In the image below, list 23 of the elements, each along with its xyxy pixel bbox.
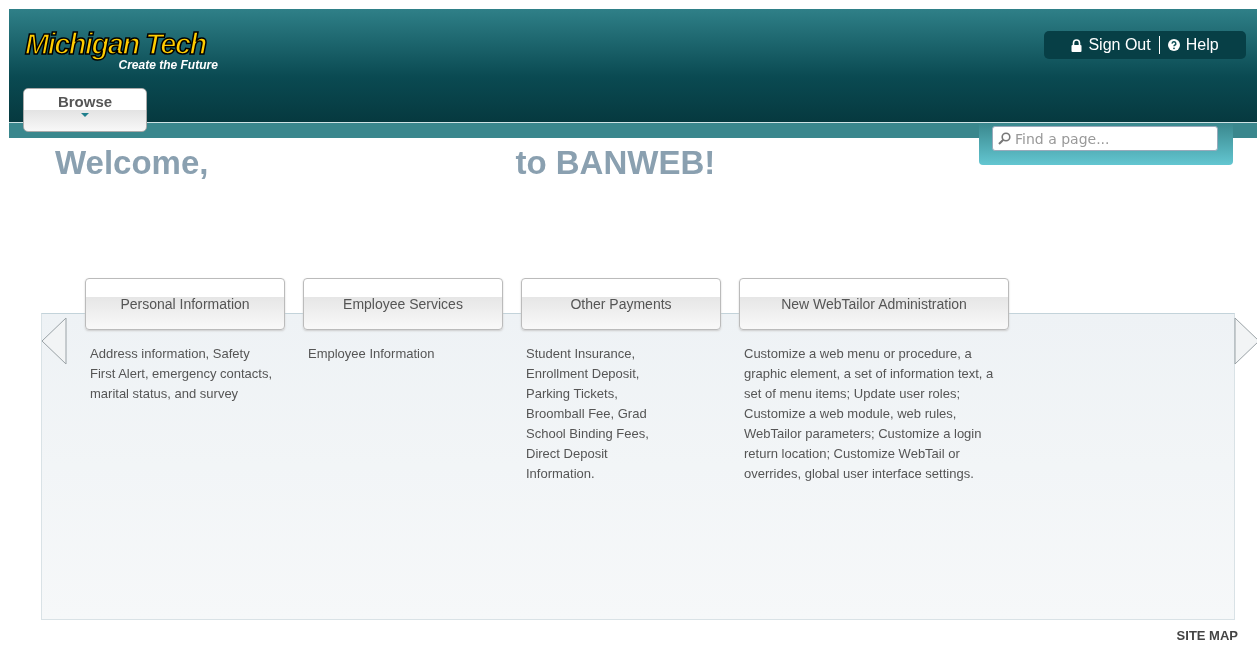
category-description: Customize a web menu or procedure, a graphic element, a set of information text, a set of menu items; Update user roles; Customize a web module, web rules, WebTailor parameters; Customize a login return location; Customize WebTail or overrides, global user interface settings. [744,345,995,483]
welcome-heading: to BANWEB! [514,143,716,183]
category-description: Employee Information [308,345,436,363]
welcome-heading: Welcome, [54,143,209,183]
previous-arrow-icon[interactable] [41,317,67,365]
category-description: Student Insurance, Enrollment Deposit, Parking Tickets, Broomball Fee, Grad School Binding Fees, Direct Deposit Information. [526,345,650,483]
category-tab[interactable]: Other Payments [521,278,721,330]
help-link[interactable]: Help [1167,36,1219,54]
sign-out-link[interactable]: Sign Out [1071,36,1151,54]
search-icon [998,132,1011,145]
next-arrow-icon[interactable] [1234,317,1257,365]
category-description: Address information, Safety First Alert, emergency contacts, marital status, and survey [90,345,274,403]
category-tab[interactable]: Employee Services [303,278,503,330]
help-icon [1167,39,1180,51]
site-map-link[interactable]: SITE MAP [1176,628,1238,643]
search-field[interactable]: Find a page... [992,126,1218,151]
tagline: Create the Future [118,59,218,72]
browse-button[interactable]: Browse [23,88,147,132]
category-tab[interactable]: Personal Information [85,278,285,330]
caret-icon [81,113,89,117]
logo-text: Michigan Tech [25,29,206,59]
padlock-icon [1071,38,1083,52]
category-tab[interactable]: New WebTailor Administration [739,278,1009,330]
